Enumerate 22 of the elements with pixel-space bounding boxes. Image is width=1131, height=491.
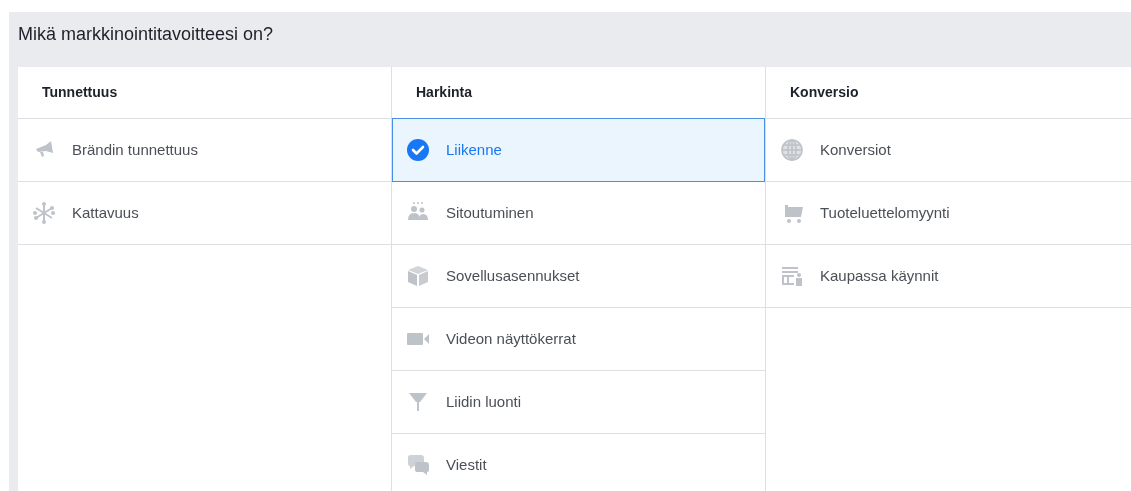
funnel-icon — [406, 390, 430, 414]
objective-option[interactable]: Sitoutuminen — [392, 182, 765, 245]
objective-option[interactable]: Liidin luonti — [392, 371, 765, 434]
cube-icon — [406, 264, 430, 288]
objective-option[interactable]: Sovellusasennukset — [392, 245, 765, 308]
objective-option[interactable]: Liikenne — [392, 118, 765, 182]
check-circle-icon — [406, 138, 430, 162]
network-icon — [32, 201, 56, 225]
objective-option[interactable]: Konversiot — [766, 119, 1131, 182]
chat-icon — [406, 453, 430, 477]
column-heading: Konversio — [790, 83, 859, 102]
column-heading: Harkinta — [416, 83, 473, 102]
panel-title: Mikä markkinointitavoitteesi on? — [18, 24, 274, 44]
objective-option[interactable]: Brändin tunnettuus — [18, 119, 391, 182]
objective-option[interactable]: Viestit — [392, 434, 765, 491]
objective-option[interactable]: Kaupassa käynnit — [766, 245, 1131, 308]
globe-icon — [780, 138, 804, 162]
objective-option[interactable]: Tuoteluettelomyynti — [766, 182, 1131, 245]
column-heading: Tunnettuus — [42, 83, 118, 102]
objective-option[interactable]: Videon näyttökerrat — [392, 308, 765, 371]
store-icon — [780, 264, 804, 288]
objective-option[interactable]: Kattavuus — [18, 182, 391, 245]
